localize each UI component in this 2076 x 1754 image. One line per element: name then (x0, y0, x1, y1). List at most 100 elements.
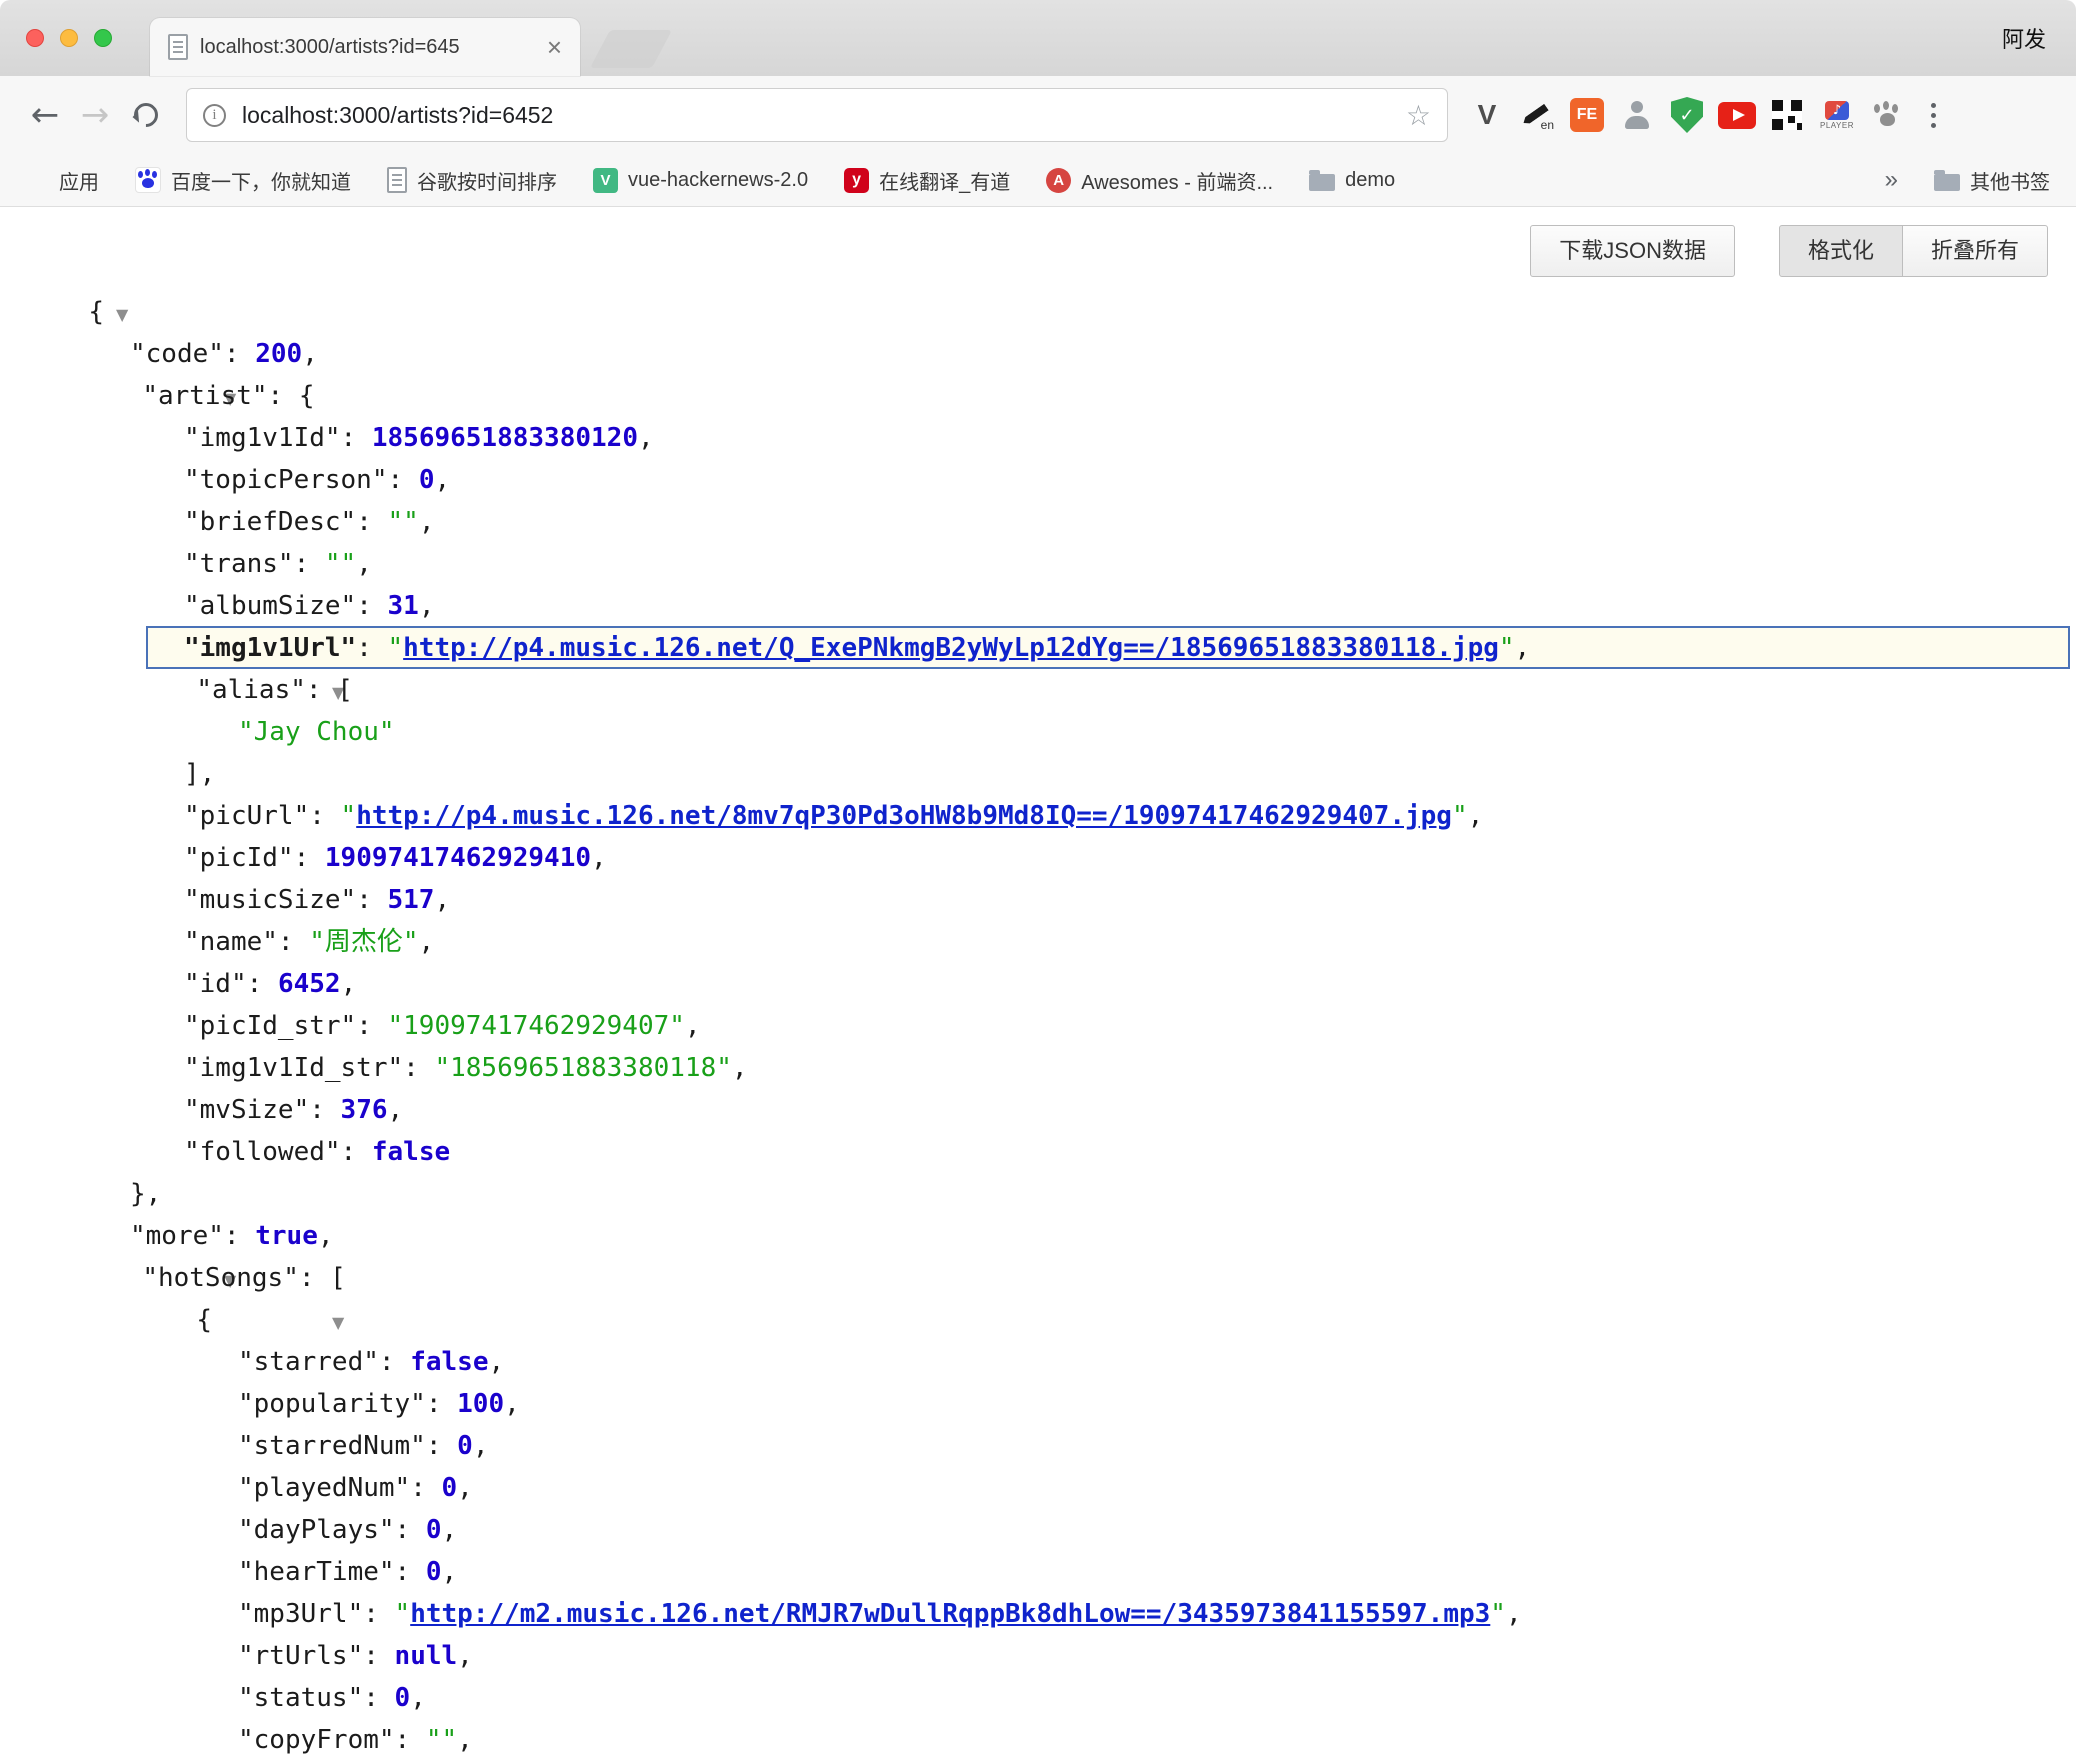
json-line: "more": true, (0, 1215, 2076, 1257)
browser-tab[interactable]: localhost:3000/artists?id=645 × (150, 18, 580, 76)
vue-icon: V (593, 168, 618, 193)
json-line: "trans": "", (0, 543, 2076, 585)
bookmark-star-icon[interactable]: ☆ (1406, 99, 1431, 132)
other-bookmarks-folder[interactable]: 其他书签 (1934, 166, 2050, 195)
paw-glyph (1871, 99, 1903, 131)
profile-name[interactable]: 阿发 (2002, 22, 2046, 54)
json-key: "briefDesc" (184, 507, 356, 537)
media-player-glyph: PLAYER (1820, 101, 1854, 130)
json-punct: : (379, 1347, 410, 1377)
page-icon (387, 167, 407, 193)
bookmark-apps[interactable]: 应用 (26, 166, 99, 195)
new-tab-button[interactable] (590, 30, 672, 68)
bookmarks-items: 应用 百度一下，你就知道 谷歌按时间排序 Vvue-hackernews-2.0 y在线… (26, 166, 1395, 195)
back-button[interactable]: ← (20, 98, 70, 132)
json-key: "followed" (184, 1137, 341, 1167)
json-punct: , (356, 549, 372, 579)
json-boolean: true (255, 1221, 318, 1251)
json-punct: : (294, 549, 325, 579)
json-punct: : (309, 1095, 340, 1125)
security-shield-icon[interactable]: ✓ (1664, 92, 1710, 138)
json-string: "18569651883380118" (434, 1053, 731, 1083)
qr-code-icon[interactable] (1764, 92, 1810, 138)
qr-code-glyph (1772, 100, 1802, 130)
json-tree: ▼{"code": 200,▼"artist": {"img1v1Id": 18… (0, 291, 2076, 1754)
bookmark-baidu[interactable]: 百度一下，你就知道 (135, 166, 351, 195)
user-profile-icon[interactable] (1614, 92, 1660, 138)
json-number: 100 (457, 1389, 504, 1419)
bookmark-demo[interactable]: demo (1309, 169, 1395, 192)
security-shield-glyph: ✓ (1671, 97, 1703, 133)
json-string: "Jay Chou" (238, 717, 395, 747)
player-caption: PLAYER (1820, 121, 1854, 130)
window-controls (26, 0, 112, 76)
json-line: "code": 200, (0, 333, 2076, 375)
json-number: 31 (388, 591, 419, 621)
json-punct: , (457, 1641, 473, 1671)
json-punct: : (426, 1389, 457, 1419)
json-punct: : (224, 339, 255, 369)
json-line: }, (0, 1173, 2076, 1215)
reload-button[interactable] (120, 103, 172, 127)
collapse-toggle-icon[interactable]: ▼ (116, 305, 128, 324)
kebab-menu-icon (1931, 113, 1936, 118)
browser-menu-button[interactable] (1910, 92, 1956, 138)
paw-icon[interactable] (1864, 92, 1910, 138)
json-key: "starredNum" (238, 1431, 426, 1461)
json-line: "picId": 19097417462929410, (0, 837, 2076, 879)
json-key: "picUrl" (184, 801, 309, 831)
json-punct: : (363, 1599, 394, 1629)
json-string: "" (325, 549, 356, 579)
fullscreen-window-button[interactable] (94, 29, 112, 47)
json-punct: , (419, 507, 435, 537)
bookmarks-overflow-icon[interactable]: » (1885, 166, 1898, 194)
json-number: 376 (341, 1095, 388, 1125)
bookmark-vue-hackernews[interactable]: Vvue-hackernews-2.0 (593, 168, 808, 193)
json-quote: " (341, 801, 357, 831)
json-punct: : (426, 1431, 457, 1461)
json-link[interactable]: http://p4.music.126.net/8mv7qP30Pd3oHW8b… (356, 801, 1452, 831)
close-window-button[interactable] (26, 29, 44, 47)
json-viewer-actions: 下载JSON数据 格式化 折叠所有 (1530, 225, 2048, 277)
extension-icons: Ven FE ✓ PLAYER (1464, 92, 1910, 138)
json-link[interactable]: http://p4.music.126.net/Q_ExePNkmgB2yWyL… (403, 633, 1499, 663)
bookmark-youdao-translate[interactable]: y在线翻译_有道 (844, 166, 1010, 195)
json-quote: " (395, 1599, 411, 1629)
youtube-play-glyph (1718, 102, 1756, 129)
json-line: ▼"hotSongs": [ (0, 1257, 2076, 1299)
site-info-icon[interactable] (203, 104, 226, 127)
vimium-v-icon[interactable]: V (1464, 92, 1510, 138)
json-punct: , (341, 969, 357, 999)
minimize-window-button[interactable] (60, 29, 78, 47)
json-quote: " (1452, 801, 1468, 831)
bookmark-label: 谷歌按时间排序 (417, 166, 557, 195)
forward-button[interactable]: → (70, 98, 120, 132)
json-quote: " (388, 633, 404, 663)
json-link[interactable]: http://m2.music.126.net/RMJR7wDullRqppBk… (410, 1599, 1490, 1629)
youdao-pen-icon[interactable]: en (1514, 92, 1560, 138)
bookmark-label: 应用 (59, 166, 99, 195)
json-string: "19097417462929407" (388, 1011, 685, 1041)
json-key: "trans" (184, 549, 294, 579)
youtube-play-icon[interactable] (1714, 92, 1760, 138)
bookmark-google-time-sort[interactable]: 谷歌按时间排序 (387, 166, 557, 195)
json-punct: : { (268, 381, 315, 411)
bookmark-label: 百度一下，你就知道 (171, 166, 351, 195)
json-quote: " (1490, 1599, 1506, 1629)
address-bar[interactable]: localhost:3000/artists?id=6452 ☆ (186, 88, 1448, 142)
json-key: "id" (184, 969, 247, 999)
format-button[interactable]: 格式化 (1779, 225, 1903, 277)
tab-close-icon[interactable]: × (547, 34, 562, 60)
fe-frontend-icon[interactable]: FE (1564, 92, 1610, 138)
json-key: "mp3Url" (238, 1599, 363, 1629)
collapse-all-button[interactable]: 折叠所有 (1902, 225, 2048, 277)
json-key: "img1v1Id" (184, 423, 341, 453)
media-player-icon[interactable]: PLAYER (1814, 92, 1860, 138)
json-line: "mvSize": 376, (0, 1089, 2076, 1131)
collapse-toggle-icon[interactable]: ▼ (332, 1313, 344, 1332)
bookmark-awesomes[interactable]: AAwesomes - 前端资... (1046, 166, 1273, 195)
json-number: 0 (419, 465, 435, 495)
download-json-button[interactable]: 下载JSON数据 (1530, 225, 1735, 277)
youdao-pen-glyph: en (1520, 98, 1554, 132)
json-line: "picId_str": "19097417462929407", (0, 1005, 2076, 1047)
